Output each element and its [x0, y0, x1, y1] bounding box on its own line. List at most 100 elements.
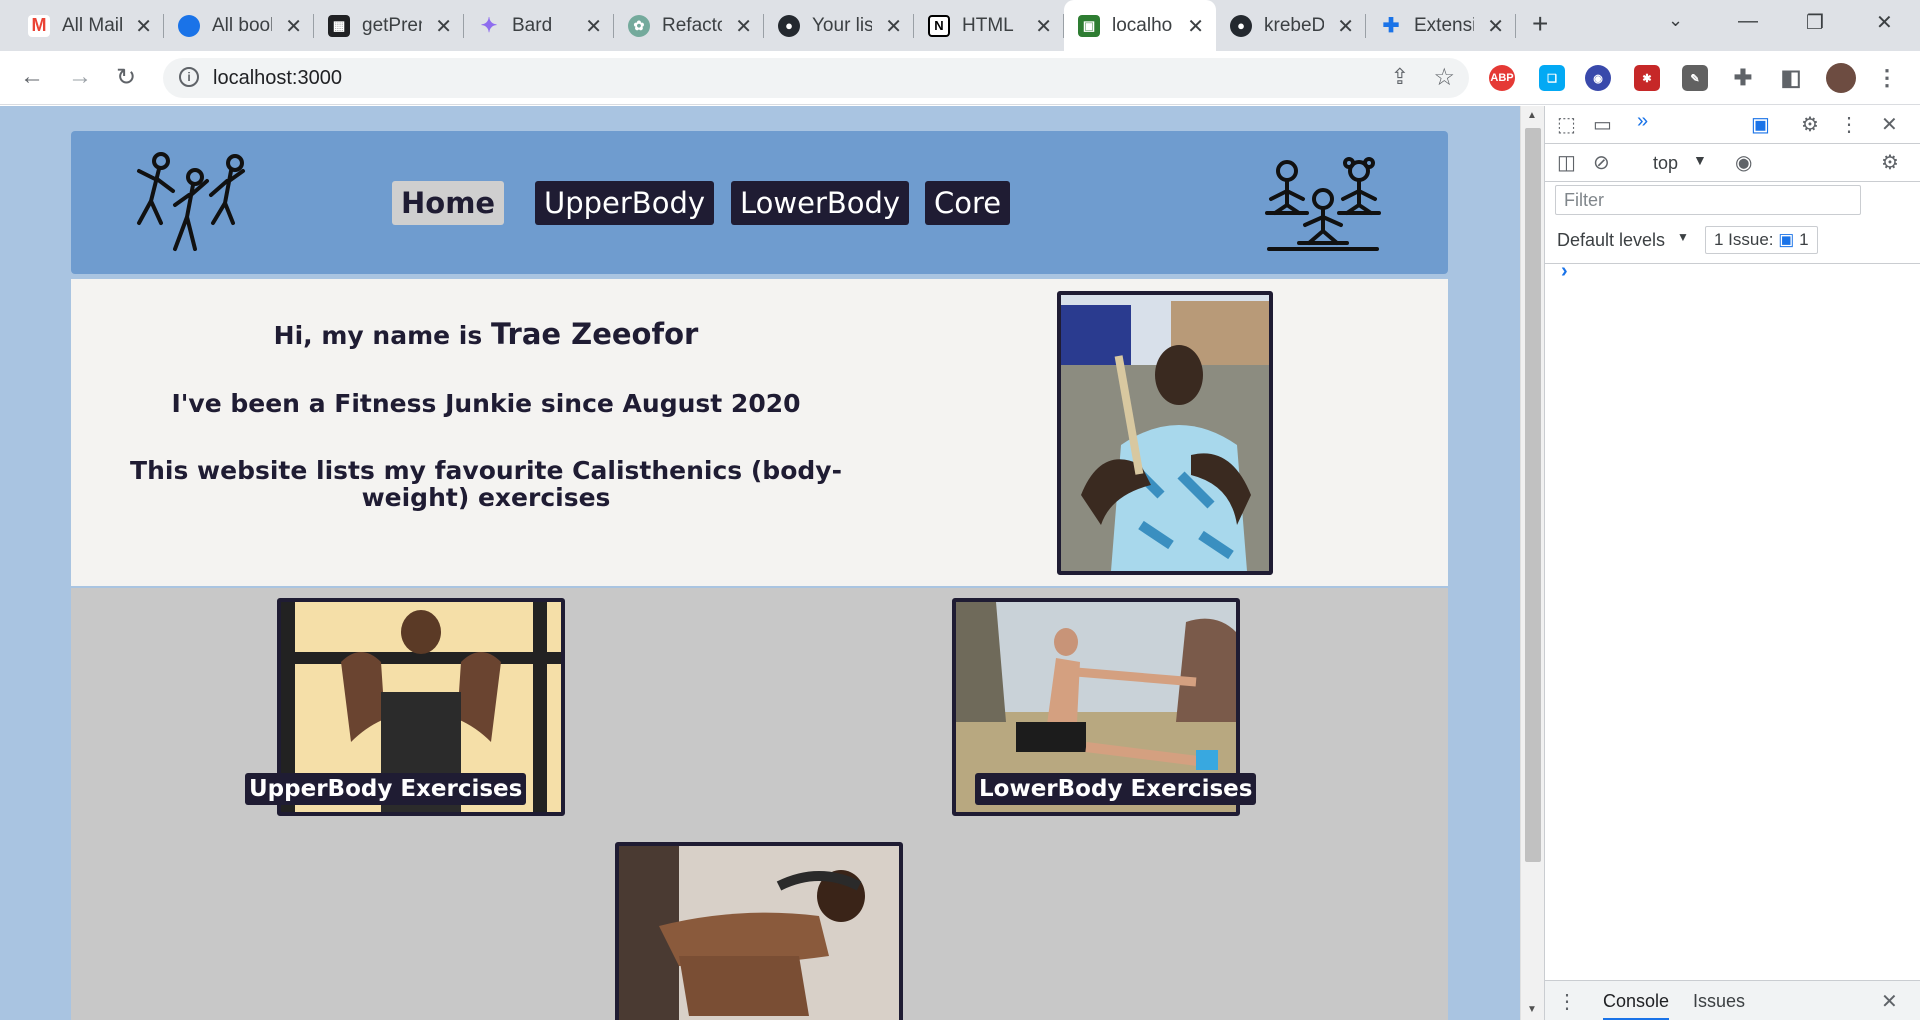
tab-extensions[interactable]: ✚ Extensions ✕: [1366, 0, 1516, 51]
issues-counter[interactable]: 1 Issue: ▣ 1: [1705, 226, 1818, 254]
address-bar[interactable]: i localhost:3000 ⇪ ☆: [163, 58, 1469, 98]
tab-refactor[interactable]: ✿ Refactor ✕: [614, 0, 764, 51]
tab-title: krebeD: [1264, 14, 1324, 36]
adblock-icon[interactable]: ABP: [1489, 65, 1515, 91]
context-selector[interactable]: top: [1653, 153, 1678, 174]
window-close-icon[interactable]: ✕: [1876, 10, 1893, 35]
tab-title: Bard: [512, 14, 553, 36]
clear-console-icon[interactable]: ⊘: [1593, 150, 1610, 175]
drawer-tab-issues[interactable]: Issues: [1693, 991, 1745, 1012]
github-icon: ●: [778, 14, 800, 37]
console-prompt-icon[interactable]: ›: [1561, 260, 1568, 283]
close-icon[interactable]: ✕: [1187, 14, 1204, 39]
browser-toolbar: ← → ↻ i localhost:3000 ⇪ ☆: [0, 51, 1920, 105]
author-name: Trae Zeeofor: [490, 317, 699, 351]
drawer-menu-icon[interactable]: ⋮: [1557, 989, 1577, 1014]
close-icon[interactable]: ✕: [285, 14, 302, 39]
github-icon: ●: [1230, 14, 1252, 37]
side-panel-icon[interactable]: ◧: [1778, 65, 1804, 91]
grid-icon: ▦: [328, 14, 350, 37]
tab-html[interactable]: N HTML ✕: [914, 0, 1064, 51]
devtools-drawer: ⋮ Console Issues ✕: [1545, 980, 1920, 1020]
page-viewport: Home UpperBody LowerBody Core Hi, my nam…: [0, 106, 1520, 1020]
more-tabs-icon[interactable]: »: [1637, 110, 1648, 133]
url-text[interactable]: localhost:3000: [213, 67, 342, 90]
devtools-panel: ⬚ ▭ » ▣ ⚙ ⋮ ✕ ◫ ⊘ top ▼ ◉ ⚙ Filter Defau…: [1544, 106, 1920, 1020]
tab-krebed[interactable]: ● krebeD ✕: [1216, 0, 1366, 51]
console-filter-input[interactable]: Filter: [1555, 185, 1861, 215]
settings-gear-icon[interactable]: ⚙: [1801, 112, 1819, 137]
profile-photo: [1057, 291, 1273, 575]
extension-copy-icon[interactable]: ❏: [1539, 65, 1565, 91]
scroll-up-icon[interactable]: ▲: [1527, 110, 1537, 121]
extension-red-icon[interactable]: ✱: [1634, 65, 1660, 91]
tab-title: getPremium: [362, 14, 422, 36]
levels-chevron-icon[interactable]: ▼: [1677, 230, 1689, 244]
devtools-main-toolbar: ⬚ ▭ » ▣ ⚙ ⋮ ✕: [1545, 106, 1920, 144]
close-icon[interactable]: ✕: [585, 14, 602, 39]
tab-all-books[interactable]: All books ✕: [164, 0, 314, 51]
greeting-prefix: Hi, my name is: [273, 321, 491, 350]
close-icon[interactable]: ✕: [885, 14, 902, 39]
issue-message-icon: ▣: [1778, 230, 1795, 249]
site-header: Home UpperBody LowerBody Core: [71, 131, 1448, 274]
close-icon[interactable]: ✕: [735, 14, 752, 39]
nav-upperbody[interactable]: UpperBody: [535, 181, 715, 225]
live-expression-eye-icon[interactable]: ◉: [1735, 150, 1752, 175]
sidebar-toggle-icon[interactable]: ◫: [1557, 150, 1576, 175]
close-icon[interactable]: ✕: [435, 14, 452, 39]
close-icon[interactable]: ✕: [1337, 14, 1354, 39]
extension-pen-icon[interactable]: ✎: [1682, 65, 1708, 91]
tab-localhost[interactable]: ▣ localhost ✕: [1064, 0, 1216, 51]
scroll-down-icon[interactable]: ▼: [1527, 1004, 1537, 1015]
back-icon[interactable]: ←: [20, 63, 44, 91]
close-icon[interactable]: ✕: [1035, 14, 1052, 39]
extensions-puzzle-icon[interactable]: ✚: [1730, 65, 1756, 91]
core-exercise-image[interactable]: [615, 842, 903, 1020]
share-icon[interactable]: ⇪: [1391, 64, 1409, 90]
tab-bard[interactable]: ✦ Bard ✕: [464, 0, 614, 51]
site-info-icon[interactable]: i: [179, 67, 199, 87]
gmail-icon: M: [28, 14, 50, 37]
lowerbody-exercises-link[interactable]: LowerBody Exercises: [975, 773, 1257, 805]
nav-home[interactable]: Home: [392, 181, 505, 225]
localhost-icon: ▣: [1078, 14, 1100, 37]
log-levels-dropdown[interactable]: Default levels: [1557, 230, 1665, 251]
tab-title: localhost: [1112, 14, 1172, 36]
devtools-close-icon[interactable]: ✕: [1881, 112, 1898, 137]
inspect-element-icon[interactable]: ⬚: [1557, 112, 1576, 137]
tab-title: All books: [212, 14, 272, 36]
profile-avatar-icon[interactable]: [1826, 63, 1856, 93]
bookmark-star-icon[interactable]: ☆: [1433, 63, 1455, 92]
tab-title: Your list: [812, 14, 872, 36]
restore-icon[interactable]: ❐: [1806, 10, 1824, 35]
device-toolbar-icon[interactable]: ▭: [1593, 112, 1612, 137]
tab-getpremium[interactable]: ▦ getPremium ✕: [314, 0, 464, 51]
forward-icon[interactable]: →: [68, 63, 92, 91]
devtools-menu-icon[interactable]: ⋮: [1839, 112, 1859, 137]
new-tab-icon[interactable]: +: [1532, 8, 1548, 40]
tab-search-icon[interactable]: ⌄: [1668, 10, 1683, 31]
minimize-icon[interactable]: —: [1738, 10, 1758, 33]
drawer-close-icon[interactable]: ✕: [1881, 989, 1898, 1014]
tab-title: Refactor: [662, 14, 722, 36]
reload-icon[interactable]: ↻: [116, 63, 136, 92]
tab-your-list[interactable]: ● Your list ✕: [764, 0, 914, 51]
issues-badge-icon[interactable]: ▣: [1751, 112, 1770, 137]
tab-title: All Mail: [62, 14, 122, 36]
tab-all-mail[interactable]: M All Mail ✕: [14, 0, 164, 51]
nav-core[interactable]: Core: [925, 181, 1011, 225]
scrollbar-thumb[interactable]: [1525, 128, 1541, 862]
close-icon[interactable]: ✕: [135, 14, 152, 39]
page-scrollbar[interactable]: ▲ ▼: [1520, 106, 1544, 1020]
extension-color-icon[interactable]: ◉: [1585, 65, 1611, 91]
console-settings-icon[interactable]: ⚙: [1881, 150, 1899, 175]
browser-menu-icon[interactable]: ⋮: [1874, 65, 1900, 91]
nav-lowerbody[interactable]: LowerBody: [731, 181, 910, 225]
chevron-down-icon[interactable]: ▼: [1693, 152, 1707, 168]
close-icon[interactable]: ✕: [1487, 14, 1504, 39]
drawer-tab-console[interactable]: Console: [1603, 991, 1670, 1020]
issues-count: 1: [1799, 230, 1809, 249]
console-toolbar: ◫ ⊘ top ▼ ◉ ⚙: [1545, 144, 1920, 182]
upperbody-exercises-link[interactable]: UpperBody Exercises: [245, 773, 527, 805]
